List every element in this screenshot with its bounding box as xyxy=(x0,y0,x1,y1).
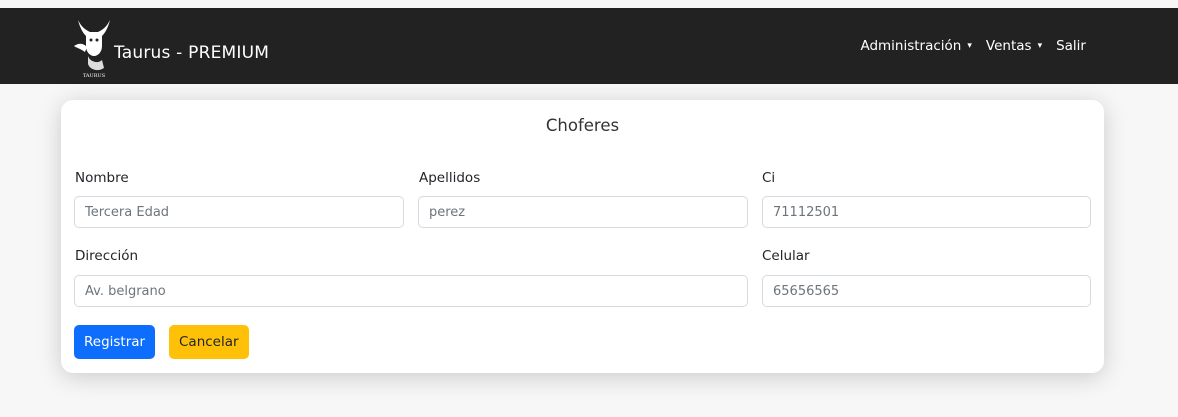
nav-item-ventas[interactable]: Ventas ▾ xyxy=(986,38,1042,54)
brand-title[interactable]: Taurus - PREMIUM xyxy=(114,43,269,63)
form-title: Choferes xyxy=(545,116,620,135)
nav-item-label: Ventas xyxy=(985,38,1032,54)
direccion-label: Dirección xyxy=(75,248,139,264)
brand[interactable]: TAURUS Taurus - PREMIUM xyxy=(72,16,269,80)
apellidos-label: Apellidos xyxy=(419,170,481,186)
nav-item-label: Administración xyxy=(860,38,962,54)
nombre-label: Nombre xyxy=(75,170,129,186)
nombre-input[interactable] xyxy=(74,196,404,228)
logo-caption: TAURUS xyxy=(83,73,106,79)
nav-item-salir[interactable]: Salir xyxy=(1056,38,1086,54)
ci-label: Ci xyxy=(762,170,776,186)
celular-label: Celular xyxy=(762,248,810,264)
choferes-form-card: Choferes Nombre Apellidos Ci Dirección C… xyxy=(61,100,1104,373)
direccion-input[interactable] xyxy=(74,275,748,307)
registrar-button[interactable]: Registrar xyxy=(74,325,156,359)
top-navbar: TAURUS Taurus - PREMIUM Administración ▾… xyxy=(0,8,1178,84)
nav-menu: Administración ▾ Ventas ▾ Salir xyxy=(860,38,1086,54)
ci-input[interactable] xyxy=(762,196,1091,228)
celular-input[interactable] xyxy=(762,275,1091,307)
nav-item-administracion[interactable]: Administración ▾ xyxy=(860,38,971,54)
nav-item-label: Salir xyxy=(1056,38,1086,54)
caret-down-icon: ▾ xyxy=(967,40,972,51)
apellidos-input[interactable] xyxy=(418,196,748,228)
cancelar-button[interactable]: Cancelar xyxy=(169,325,249,359)
caret-down-icon: ▾ xyxy=(1037,40,1043,51)
bull-logo-icon: TAURUS xyxy=(72,16,116,80)
